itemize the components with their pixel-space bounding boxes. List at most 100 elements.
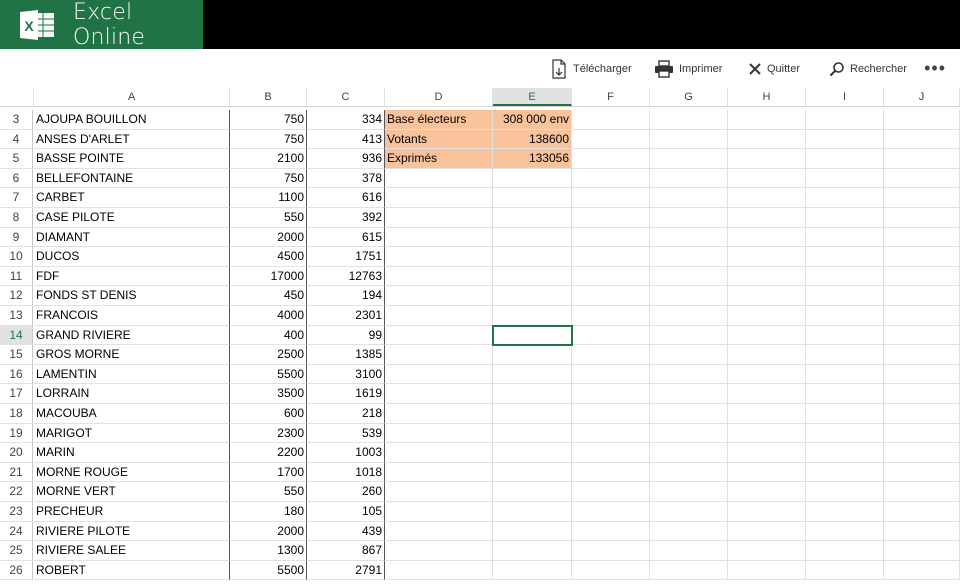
cell-empty[interactable]	[806, 149, 884, 169]
row-header[interactable]: 26	[0, 560, 33, 581]
cell-empty[interactable]	[650, 188, 728, 208]
cell-empty[interactable]	[572, 560, 650, 581]
cell-empty[interactable]	[806, 247, 884, 267]
cell-empty[interactable]	[650, 168, 728, 189]
print-button[interactable]: Imprimer	[654, 49, 722, 88]
cell-empty[interactable]	[884, 345, 960, 365]
row-header[interactable]: 18	[0, 404, 33, 424]
cell-empty[interactable]	[806, 541, 884, 561]
cell-empty[interactable]	[884, 560, 960, 581]
cell-empty[interactable]	[884, 110, 960, 130]
cell-e[interactable]: 133056	[493, 149, 572, 169]
cell-d[interactable]	[385, 188, 493, 208]
cell-a[interactable]: MARIN	[34, 443, 230, 463]
cell-empty[interactable]	[572, 482, 650, 502]
cell-empty[interactable]	[572, 521, 650, 542]
cell-b[interactable]: 550	[230, 208, 307, 228]
cell-c[interactable]: 334	[307, 110, 385, 130]
cell-empty[interactable]	[806, 521, 884, 542]
cell-empty[interactable]	[650, 227, 728, 248]
column-header-j[interactable]: J	[884, 88, 960, 106]
row-header[interactable]: 21	[0, 462, 33, 483]
cell-e[interactable]	[493, 560, 572, 581]
cell-e[interactable]	[493, 345, 572, 365]
cell-a[interactable]: ROBERT	[34, 560, 230, 581]
cell-a[interactable]: LAMENTIN	[34, 364, 230, 385]
row-header[interactable]: 14	[0, 325, 33, 346]
cell-empty[interactable]	[806, 482, 884, 502]
cell-a[interactable]: MORNE VERT	[34, 482, 230, 502]
cell-empty[interactable]	[572, 247, 650, 267]
row-header[interactable]: 23	[0, 502, 33, 522]
cell-b[interactable]: 1300	[230, 541, 307, 561]
cell-d[interactable]	[385, 502, 493, 522]
cell-empty[interactable]	[884, 404, 960, 424]
cell-empty[interactable]	[650, 208, 728, 228]
cell-empty[interactable]	[728, 462, 806, 483]
cell-d[interactable]	[385, 560, 493, 581]
cell-b[interactable]: 17000	[230, 266, 307, 287]
row-header[interactable]: 6	[0, 168, 33, 189]
cell-c[interactable]: 218	[307, 404, 385, 424]
cell-empty[interactable]	[884, 384, 960, 404]
cell-d[interactable]	[385, 325, 493, 346]
cell-a[interactable]: PRECHEUR	[34, 502, 230, 522]
cell-b[interactable]: 750	[230, 110, 307, 130]
brand-area[interactable]: X Excel Online	[0, 0, 203, 50]
cell-b[interactable]: 600	[230, 404, 307, 424]
cell-d[interactable]	[385, 306, 493, 326]
cell-a[interactable]: CARBET	[34, 188, 230, 208]
cell-empty[interactable]	[806, 188, 884, 208]
cell-d[interactable]	[385, 404, 493, 424]
cell-a[interactable]: RIVIERE PILOTE	[34, 521, 230, 542]
cell-d[interactable]	[385, 227, 493, 248]
selected-cell-e14[interactable]	[492, 324, 573, 347]
cell-b[interactable]: 3500	[230, 384, 307, 404]
cell-empty[interactable]	[806, 110, 884, 130]
spreadsheet-grid[interactable]: A B C D E F G H I J 3 AJOUPA BOUILLON 750 3…	[0, 88, 960, 584]
cell-d[interactable]	[385, 266, 493, 287]
cell-empty[interactable]	[884, 462, 960, 483]
cell-empty[interactable]	[650, 286, 728, 306]
select-all-corner[interactable]	[0, 88, 34, 106]
cell-empty[interactable]	[572, 110, 650, 130]
cell-d[interactable]	[385, 482, 493, 502]
cell-e[interactable]	[493, 404, 572, 424]
cell-empty[interactable]	[806, 404, 884, 424]
cell-e[interactable]	[493, 364, 572, 385]
cell-empty[interactable]	[806, 129, 884, 150]
cell-empty[interactable]	[806, 384, 884, 404]
cell-empty[interactable]	[728, 129, 806, 150]
cell-c[interactable]: 539	[307, 423, 385, 444]
cell-b[interactable]: 2100	[230, 149, 307, 169]
cell-b[interactable]: 5500	[230, 364, 307, 385]
cell-d[interactable]	[385, 541, 493, 561]
cell-e[interactable]	[493, 188, 572, 208]
cell-b[interactable]: 2000	[230, 227, 307, 248]
column-header-c[interactable]: C	[307, 88, 385, 106]
cell-empty[interactable]	[650, 502, 728, 522]
cell-a[interactable]: FDF	[34, 266, 230, 287]
cell-empty[interactable]	[884, 149, 960, 169]
cell-empty[interactable]	[572, 208, 650, 228]
cell-empty[interactable]	[884, 364, 960, 385]
cell-a[interactable]: FRANCOIS	[34, 306, 230, 326]
cell-empty[interactable]	[728, 541, 806, 561]
cell-e[interactable]	[493, 266, 572, 287]
cell-empty[interactable]	[728, 188, 806, 208]
cell-empty[interactable]	[572, 306, 650, 326]
cell-b[interactable]: 5500	[230, 560, 307, 581]
cell-b[interactable]: 450	[230, 286, 307, 306]
quit-button[interactable]: Quitter	[748, 49, 800, 88]
cell-empty[interactable]	[650, 149, 728, 169]
cell-c[interactable]: 1619	[307, 384, 385, 404]
download-button[interactable]: Télécharger	[550, 49, 632, 88]
cell-c[interactable]: 1385	[307, 345, 385, 365]
cell-a[interactable]: RIVIERE SALEE	[34, 541, 230, 561]
cell-a[interactable]: FONDS ST DENIS	[34, 286, 230, 306]
cell-empty[interactable]	[728, 404, 806, 424]
cell-a[interactable]: DUCOS	[34, 247, 230, 267]
cell-d[interactable]	[385, 521, 493, 542]
cell-d[interactable]	[385, 384, 493, 404]
cell-empty[interactable]	[572, 364, 650, 385]
